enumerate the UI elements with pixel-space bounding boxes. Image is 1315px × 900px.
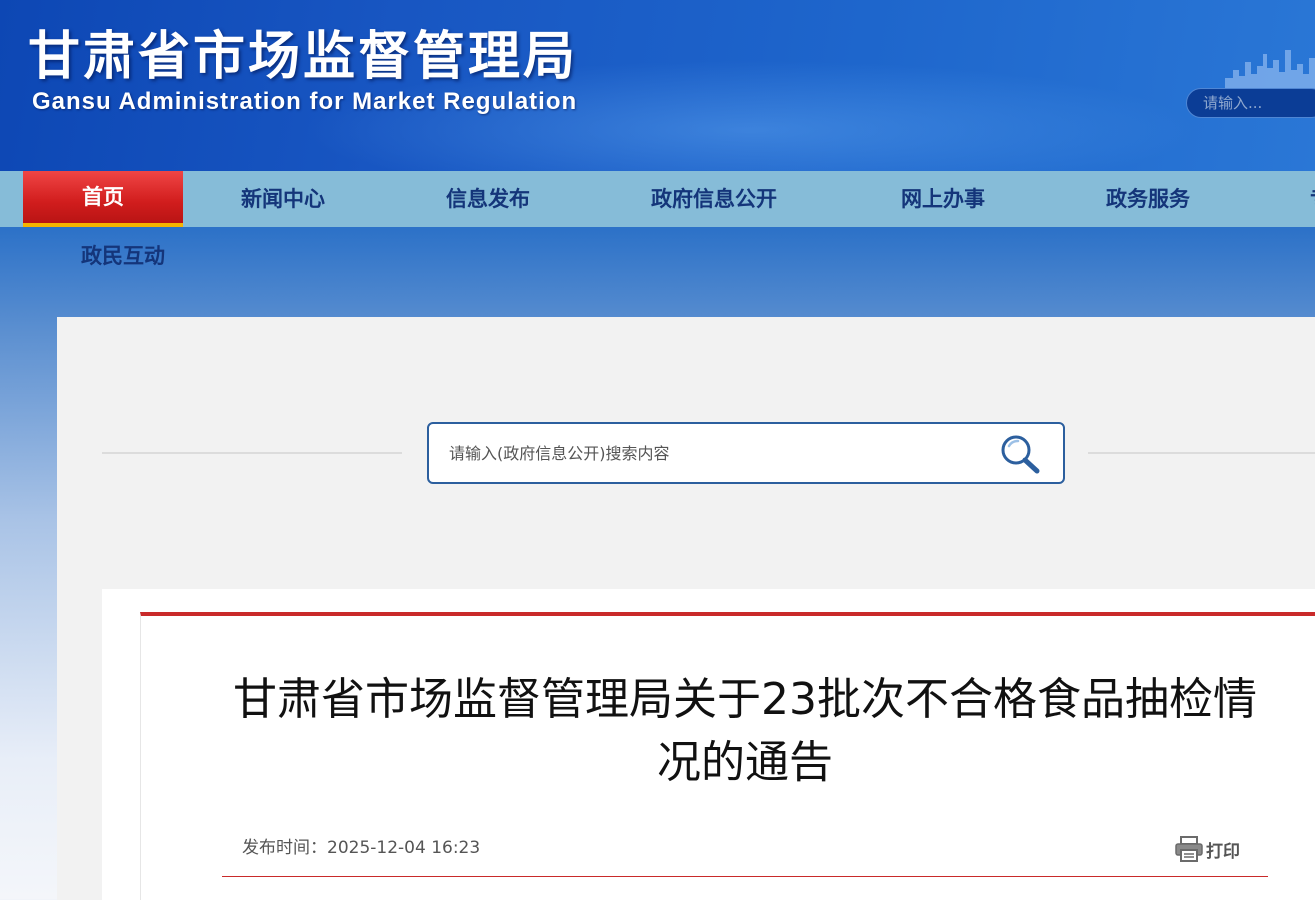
print-label: 打印	[1206, 841, 1240, 862]
search-divider-left	[102, 452, 402, 454]
publish-time-value: 2025-12-04 16:23	[327, 838, 481, 858]
gov-info-search-input[interactable]	[449, 438, 969, 468]
print-button[interactable]: 打印	[1175, 835, 1240, 863]
nav-item-home[interactable]: 首页	[23, 171, 183, 227]
meta-divider	[222, 876, 1268, 877]
nav-item-info-release[interactable]: 信息发布	[446, 171, 530, 227]
main-nav: 首页 新闻中心 信息发布 政府信息公开 网上办事 政务服务 专	[0, 171, 1315, 227]
nav-item-news-center[interactable]: 新闻中心	[241, 171, 325, 227]
nav-item-online-services[interactable]: 网上办事	[901, 171, 985, 227]
printer-icon	[1175, 836, 1203, 862]
header-search-input[interactable]	[1186, 88, 1315, 118]
site-title-cn[interactable]: 甘肃省市场监督管理局	[28, 14, 578, 89]
publish-time: 发布时间：2025-12-04 16:23	[242, 833, 480, 858]
search-button[interactable]	[997, 432, 1043, 476]
gov-info-search	[427, 422, 1065, 484]
skyline-icon	[1225, 50, 1315, 90]
site-header: 甘肃省市场监督管理局 Gansu Administration for Mark…	[0, 0, 1315, 171]
nav-item-gov-info-disclosure[interactable]: 政府信息公开	[651, 171, 777, 227]
publish-time-label: 发布时间：	[242, 838, 327, 858]
nav-item-interaction[interactable]: 政民互动	[81, 240, 165, 270]
article-title: 甘肃省市场监督管理局关于23批次不合格食品抽检情况的通告	[233, 674, 1257, 788]
search-icon	[1001, 435, 1040, 474]
search-divider-right	[1088, 452, 1315, 454]
site-title-en[interactable]: Gansu Administration for Market Regulati…	[32, 88, 577, 116]
nav-item-gov-services[interactable]: 政务服务	[1106, 171, 1190, 227]
nav-item-overflow[interactable]: 专	[1310, 171, 1315, 227]
